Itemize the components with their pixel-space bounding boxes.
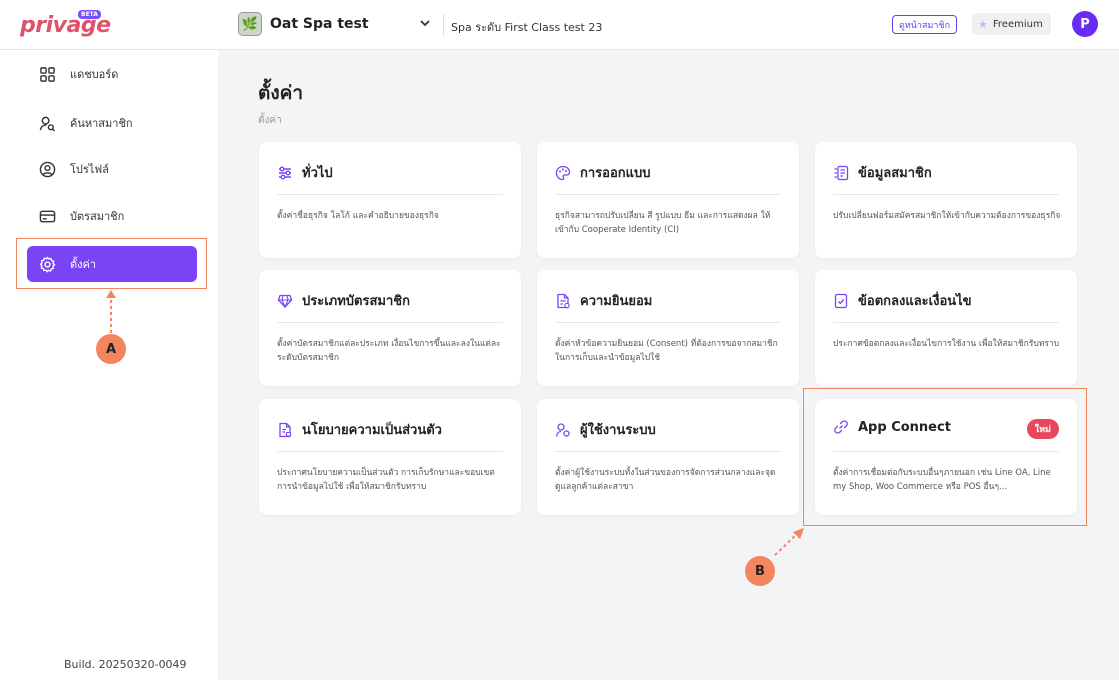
card-description: ธุรกิจสามารถปรับเปลี่ยน สี รูปแบบ ธีม แล… (555, 211, 771, 235)
shop-avatar[interactable]: 🌿 (238, 12, 262, 36)
card-title: ทั่วไป (302, 166, 333, 181)
card-title: ข้อมูลสมาชิก (858, 166, 932, 181)
settings-card-terms[interactable]: ข้อตกลงและเงื่อนไข ประกาศข้อตกลงและเงื่อ… (815, 270, 1077, 386)
palette-icon (555, 165, 571, 180)
view-member-page-button[interactable]: ดูหน้าสมาชิก (892, 15, 958, 34)
card-icon (39, 210, 56, 222)
divider (277, 194, 503, 195)
divider (277, 322, 503, 323)
settings-card-system-users[interactable]: ผู้ใช้งานระบบ ตั้งค่าผู้ใช้งานระบบทั้งใน… (537, 399, 799, 515)
divider (555, 451, 781, 452)
divider (833, 194, 1059, 195)
settings-card-consent[interactable]: ความยินยอม ตั้งค่าหัวข้อความยินยอม (Cons… (537, 270, 799, 386)
member-form-icon (834, 165, 849, 180)
sidebar-item-profile[interactable]: โปรไฟล์ (27, 151, 197, 187)
profile-icon (39, 161, 56, 177)
terms-doc-icon (834, 293, 848, 308)
card-description: ประกาศข้อตกลงและเงื่อนไขการใช้งาน เพื่อใ… (833, 339, 1060, 349)
divider (443, 14, 444, 36)
privage-logo[interactable]: privage BETA (20, 10, 111, 38)
sidebar-item-search-member[interactable]: ค้นหาสมาชิก (27, 105, 197, 141)
card-title: การออกแบบ (580, 166, 651, 181)
branch-name[interactable]: Spa ระดับ First Class test 23 (451, 18, 602, 36)
card-description: ตั้งค่าผู้ใช้งานระบบทั้งในส่วนของการจัดก… (555, 468, 776, 492)
card-title: ผู้ใช้งานระบบ (580, 423, 656, 438)
beta-badge: BETA (78, 10, 101, 19)
users-icon (555, 422, 570, 437)
build-version: Build. 20250320-0049 (64, 658, 187, 671)
card-description: ตั้งค่าหัวข้อความยินยอม (Consent) ที่ต้อ… (555, 339, 778, 363)
card-description: ประกาศนโยบายความเป็นส่วนตัว การเก็บรักษา… (277, 468, 495, 492)
settings-card-member-info[interactable]: ข้อมูลสมาชิก ปรับเปลี่ยนฟอร์มสมัครสมาชิก… (815, 142, 1077, 258)
sidebar-item-label: บัตรสมาชิก (70, 210, 125, 223)
breadcrumb[interactable]: ตั้งค่า (258, 113, 282, 128)
sidebar: แดชบอร์ด ค้นหาสมาชิก โปรไฟล์ บัตรสมาชิก … (0, 50, 218, 680)
annotation-box-b (803, 388, 1087, 526)
settings-card-design[interactable]: การออกแบบ ธุรกิจสามารถปรับเปลี่ยน สี รูป… (537, 142, 799, 258)
divider (555, 322, 781, 323)
sliders-icon (279, 166, 291, 179)
diamond-icon (277, 294, 293, 308)
annotation-box-a (16, 238, 207, 289)
plan-label: Freemium (992, 18, 1043, 30)
top-bar: privage BETA 🌿 Oat Spa test Spa ระดับ Fi… (0, 0, 1119, 50)
privacy-doc-icon (279, 422, 292, 437)
annotation-marker-a: A (96, 334, 126, 364)
page-title: ตั้งค่า (258, 82, 303, 104)
settings-card-general[interactable]: ทั่วไป ตั้งค่าชื่อธุรกิจ โลโก้ และคำอธิบ… (259, 142, 521, 258)
settings-card-privacy-policy[interactable]: นโยบายความเป็นส่วนตัว ประกาศนโยบายความเป… (259, 399, 521, 515)
card-description: ตั้งค่าบัตรสมาชิกแต่ละประเภท เงื่อนไขการ… (277, 339, 501, 363)
card-title: ความยินยอม (580, 294, 653, 309)
chevron-down-icon[interactable] (418, 16, 432, 30)
star-icon: ★ (978, 17, 988, 31)
user-avatar[interactable]: P (1072, 11, 1098, 37)
consent-doc-icon (557, 293, 570, 308)
annotation-marker-b: B (745, 556, 775, 586)
settings-card-member-card-type[interactable]: ประเภทบัตรสมาชิก ตั้งค่าบัตรสมาชิกแต่ละป… (259, 270, 521, 386)
card-title: ข้อตกลงและเงื่อนไข (858, 294, 972, 309)
sidebar-item-label: แดชบอร์ด (70, 68, 119, 81)
card-title: ประเภทบัตรสมาชิก (302, 294, 410, 309)
sidebar-item-dashboard[interactable]: แดชบอร์ด (27, 56, 197, 92)
sidebar-item-label: โปรไฟล์ (70, 163, 109, 176)
card-title: นโยบายความเป็นส่วนตัว (302, 423, 442, 438)
sidebar-item-member-card[interactable]: บัตรสมาชิก (27, 198, 197, 234)
shop-name[interactable]: Oat Spa test (270, 16, 369, 32)
divider (555, 194, 781, 195)
dashboard-icon (40, 66, 55, 82)
divider (833, 322, 1059, 323)
divider (277, 451, 503, 452)
sidebar-item-label: ค้นหาสมาชิก (70, 117, 133, 130)
search-member-icon (39, 116, 56, 132)
card-description: ปรับเปลี่ยนฟอร์มสมัครสมาชิกให้เข้ากับควา… (833, 211, 1061, 221)
card-description: ตั้งค่าชื่อธุรกิจ โลโก้ และคำอธิบายของธุ… (277, 211, 439, 221)
plan-badge[interactable]: ★ Freemium (972, 13, 1051, 35)
